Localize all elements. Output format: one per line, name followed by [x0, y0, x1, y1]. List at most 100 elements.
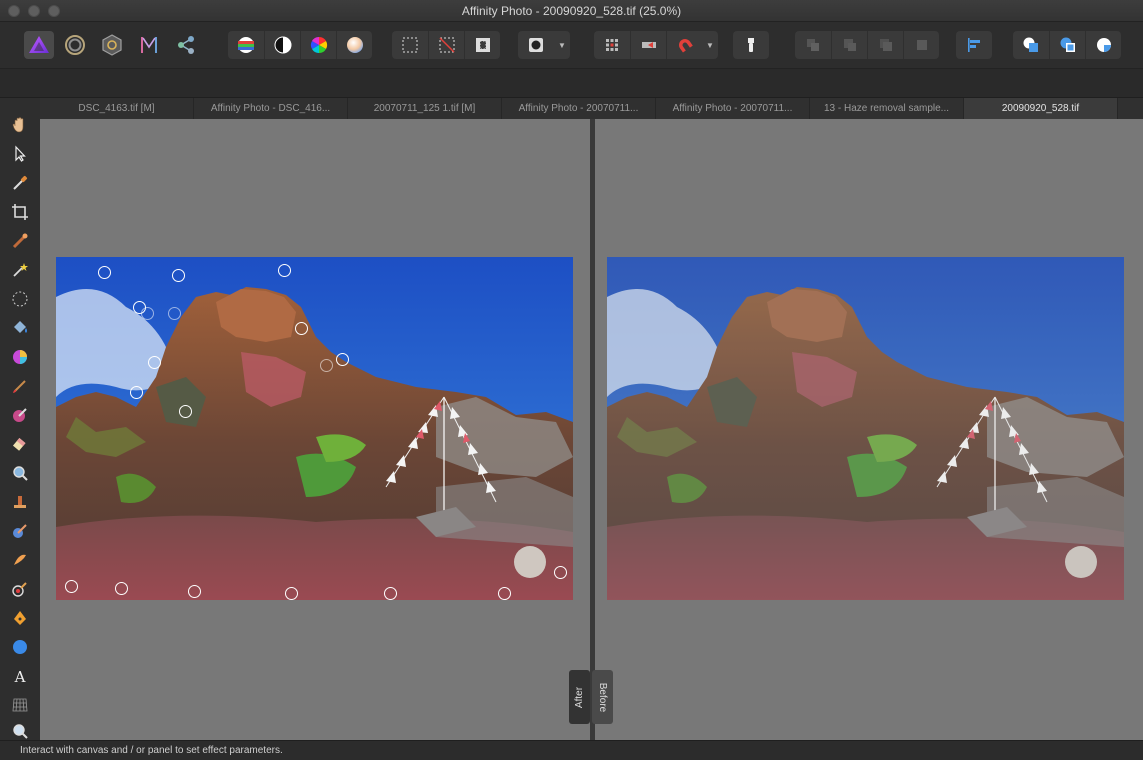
move-forward-icon [879, 39, 892, 51]
arrange-group [795, 31, 939, 59]
document-tab-active[interactable]: 20090920_528.tif [964, 98, 1118, 119]
move-forward-button[interactable] [867, 31, 903, 59]
gradient-tool-button[interactable] [9, 346, 31, 368]
view-tool-button[interactable] [9, 114, 31, 136]
before-image[interactable] [607, 257, 1124, 600]
before-label-tab[interactable]: Before [592, 670, 613, 724]
auto-white-balance-button[interactable] [336, 31, 372, 59]
smudge-brush-tool-button[interactable] [9, 520, 31, 542]
quick-mask-button[interactable] [518, 31, 554, 59]
snapping-group: ▼ [594, 31, 718, 59]
invert-selection-button[interactable] [464, 31, 500, 59]
haze-sample-point[interactable] [498, 587, 511, 600]
haze-sample-point[interactable] [336, 353, 349, 366]
snapping-button[interactable] [666, 31, 702, 59]
haze-sample-point-faint[interactable] [141, 307, 154, 320]
export-persona-button[interactable] [171, 31, 201, 59]
main-toolbar: ▼ ▼ [0, 22, 1143, 68]
zoom-icon [13, 724, 28, 739]
paint-brush-tool-button[interactable] [9, 375, 31, 397]
pen-tool-button[interactable] [9, 607, 31, 629]
after-label-tab[interactable]: After [569, 670, 590, 724]
canvas-area[interactable]: After Before [40, 119, 1143, 740]
split-divider[interactable] [590, 119, 595, 740]
intersect-boolean-button[interactable] [1085, 31, 1121, 59]
haze-sample-point[interactable] [285, 587, 298, 600]
document-tab[interactable]: Affinity Photo - 20070711... [656, 98, 810, 119]
liquify-persona-icon [65, 35, 85, 55]
haze-sample-point-faint[interactable] [168, 307, 181, 320]
haze-sample-point[interactable] [98, 266, 111, 279]
dodge-brush-tool-button[interactable] [9, 462, 31, 484]
auto-levels-button[interactable] [228, 31, 264, 59]
flood-select-tool-button[interactable] [9, 259, 31, 281]
move-to-front-button[interactable] [903, 31, 939, 59]
document-tab[interactable]: DSC_4163.tif [M] [40, 98, 194, 119]
marquee-tool-button[interactable] [9, 288, 31, 310]
haze-sample-point[interactable] [384, 587, 397, 600]
shape-tool-button[interactable] [9, 636, 31, 658]
develop-persona-button[interactable] [97, 31, 127, 59]
subtract-shape-icon [1060, 37, 1075, 52]
haze-sample-point[interactable] [179, 405, 192, 418]
document-tab[interactable]: 13 - Haze removal sample... [810, 98, 964, 119]
tools-panel: A [0, 98, 40, 740]
assistant-button[interactable] [594, 31, 630, 59]
photo-persona-button[interactable] [24, 31, 54, 59]
studio-toggle-button[interactable] [733, 31, 769, 59]
move-tool-button[interactable] [9, 143, 31, 165]
auto-colour-button[interactable] [300, 31, 336, 59]
tone-mapping-persona-button[interactable] [134, 31, 164, 59]
bandage-icon [14, 554, 26, 565]
haze-sample-point[interactable] [278, 264, 291, 277]
subtract-boolean-button[interactable] [1049, 31, 1085, 59]
move-back-button[interactable] [831, 31, 867, 59]
red-eye-icon [12, 582, 27, 597]
red-eye-tool-button[interactable] [9, 578, 31, 600]
add-boolean-button[interactable] [1013, 31, 1049, 59]
magnet-icon [678, 39, 693, 53]
move-to-back-icon [807, 39, 819, 51]
mesh-warp-tool-button[interactable] [9, 694, 31, 716]
haze-sample-point[interactable] [172, 269, 185, 282]
document-tab[interactable]: 20070711_125 1.tif [M] [348, 98, 502, 119]
mask-group: ▼ [518, 31, 570, 59]
crop-tool-button[interactable] [9, 201, 31, 223]
ellipse-marquee-icon [12, 291, 28, 307]
blemish-tool-button[interactable] [9, 491, 31, 513]
mask-dropdown-icon[interactable]: ▼ [554, 31, 570, 59]
flood-fill-tool-button[interactable] [9, 317, 31, 339]
haze-sample-point[interactable] [295, 322, 308, 335]
text-tool-button[interactable]: A [9, 665, 31, 687]
select-all-button[interactable] [392, 31, 428, 59]
haze-sample-point[interactable] [130, 386, 143, 399]
document-tab[interactable]: Affinity Photo - DSC_416... [194, 98, 348, 119]
mesh-icon [12, 698, 28, 712]
quick-mask-icon [529, 38, 543, 52]
document-tab[interactable]: Affinity Photo - 20070711... [502, 98, 656, 119]
hand-icon [12, 117, 24, 133]
erase-brush-tool-button[interactable] [9, 433, 31, 455]
colour-picker-tool-button[interactable] [9, 172, 31, 194]
haze-sample-point[interactable] [65, 580, 78, 593]
liquify-persona-button[interactable] [60, 31, 90, 59]
auto-white-balance-icon [346, 37, 363, 53]
snapping-dropdown-icon[interactable]: ▼ [702, 31, 718, 59]
haze-sample-point[interactable] [188, 585, 201, 598]
clone-brush-tool-button[interactable] [9, 404, 31, 426]
inpainting-tool-button[interactable] [9, 549, 31, 571]
haze-sample-point[interactable] [115, 582, 128, 595]
selection-brush-tool-button[interactable] [9, 230, 31, 252]
align-button[interactable] [956, 31, 992, 59]
colour-wheel-icon [13, 350, 27, 364]
move-to-back-button[interactable] [795, 31, 831, 59]
haze-sample-point[interactable] [148, 356, 161, 369]
auto-contrast-button[interactable] [264, 31, 300, 59]
align-left-icon [968, 38, 980, 52]
force-pixel-alignment-button[interactable] [630, 31, 666, 59]
haze-sample-point[interactable] [554, 566, 567, 579]
haze-sample-point-faint[interactable] [320, 359, 333, 372]
move-to-front-icon [916, 40, 927, 50]
zoom-tool-button[interactable] [9, 720, 31, 742]
deselect-button[interactable] [428, 31, 464, 59]
